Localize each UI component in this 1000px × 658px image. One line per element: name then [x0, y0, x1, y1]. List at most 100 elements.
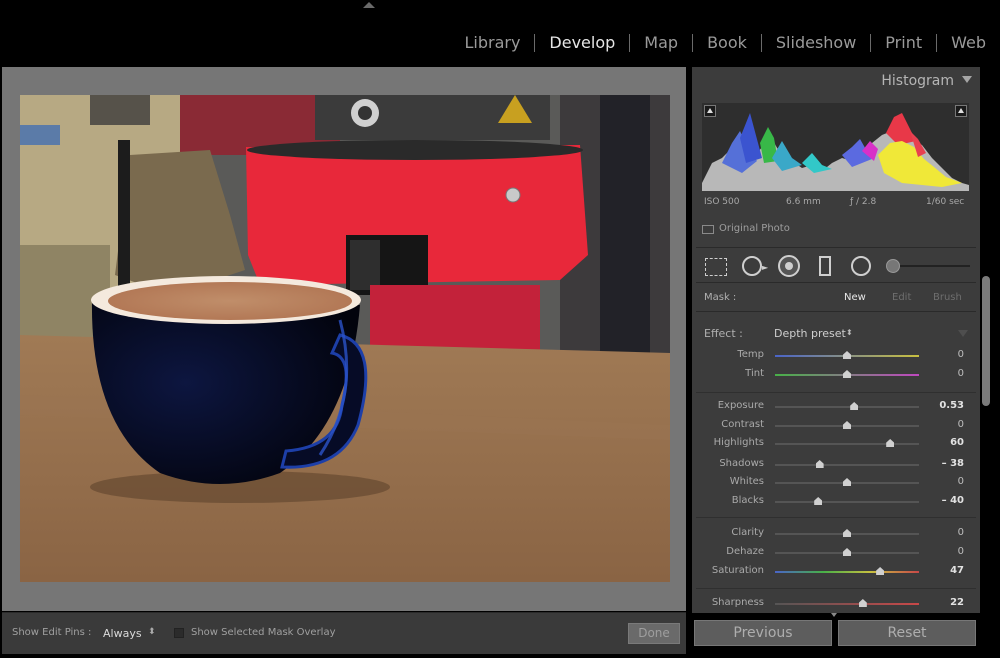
- slider-knob[interactable]: [843, 370, 851, 378]
- mask-overlay-label[interactable]: Show Selected Mask Overlay: [191, 627, 336, 638]
- histogram-graph: [702, 113, 969, 191]
- slider-knob[interactable]: [858, 599, 867, 607]
- brush-size-track[interactable]: [894, 265, 970, 267]
- slider-blacks[interactable]: Blacks – 40: [700, 495, 970, 509]
- mask-row: Mask : New Edit Brush: [704, 291, 970, 307]
- slider-knob[interactable]: [815, 460, 824, 468]
- slider-track[interactable]: [775, 603, 919, 605]
- slider-clarity[interactable]: Clarity 0: [700, 527, 970, 541]
- slider-dehaze[interactable]: Dehaze 0: [700, 546, 970, 560]
- section-divider: [696, 517, 976, 518]
- slider-sharpness[interactable]: Sharpness 22: [700, 597, 970, 611]
- updown-arrows-icon[interactable]: ⬍: [148, 627, 156, 637]
- slider-track[interactable]: [775, 464, 919, 466]
- original-photo-checkbox[interactable]: [702, 225, 714, 234]
- slider-temp[interactable]: Temp 0: [700, 349, 970, 363]
- slider-knob[interactable]: [843, 421, 851, 429]
- slider-label: Highlights: [713, 437, 764, 448]
- slider-knob[interactable]: [850, 402, 859, 410]
- slider-value[interactable]: 60: [924, 437, 964, 448]
- effect-label: Effect :: [704, 327, 743, 340]
- tool-strip: ►: [696, 247, 976, 283]
- scroll-down-icon[interactable]: [831, 613, 837, 617]
- slider-track[interactable]: [775, 406, 919, 408]
- triangle-down-icon[interactable]: [958, 330, 968, 337]
- original-photo-row[interactable]: Original Photo: [702, 221, 969, 239]
- slider-track[interactable]: [775, 571, 919, 573]
- spot-removal-icon[interactable]: [742, 256, 762, 276]
- crop-icon[interactable]: [705, 258, 727, 276]
- slider-knob[interactable]: [843, 548, 851, 556]
- image-canvas[interactable]: [2, 67, 686, 611]
- highlight-clipping-icon[interactable]: [955, 105, 967, 117]
- module-print[interactable]: Print: [871, 30, 936, 56]
- slider-knob[interactable]: [843, 478, 851, 486]
- right-panel-scrollbar[interactable]: [982, 276, 990, 406]
- spot-arrow-icon: ►: [762, 263, 769, 272]
- slider-knob[interactable]: [843, 529, 851, 537]
- module-book[interactable]: Book: [693, 30, 761, 56]
- reset-button[interactable]: Reset: [838, 620, 976, 646]
- panel-toggle-arrow-icon[interactable]: [363, 2, 375, 8]
- slider-value[interactable]: 0: [924, 546, 964, 557]
- slider-value[interactable]: 0: [924, 419, 964, 430]
- mask-overlay-checkbox[interactable]: [174, 628, 184, 638]
- slider-track[interactable]: [775, 443, 919, 445]
- graduated-filter-icon[interactable]: [819, 256, 831, 276]
- slider-highlights[interactable]: Highlights 60: [700, 437, 970, 451]
- effect-section: Effect : Depth preset ⬍ Temp 0 Tint 0 Ex…: [696, 311, 976, 613]
- slider-value[interactable]: 0: [924, 476, 964, 487]
- slider-exposure[interactable]: Exposure 0.53: [700, 400, 970, 414]
- module-map[interactable]: Map: [630, 30, 692, 56]
- bottom-toolbar: Show Edit Pins : Always ⬍ Show Selected …: [2, 612, 686, 654]
- slider-value[interactable]: 0: [924, 349, 964, 360]
- show-edit-pins-select[interactable]: Always: [103, 627, 142, 640]
- slider-track[interactable]: [775, 501, 919, 503]
- slider-value[interactable]: 0: [924, 368, 964, 379]
- mask-brush-button[interactable]: Brush: [933, 292, 962, 303]
- mask-edit-button[interactable]: Edit: [892, 292, 911, 303]
- slider-knob[interactable]: [814, 497, 823, 505]
- slider-tint[interactable]: Tint 0: [700, 368, 970, 382]
- slider-label: Dehaze: [726, 546, 764, 557]
- exif-info: ISO 500 6.6 mm ƒ / 2.8 1/60 sec: [702, 197, 969, 211]
- slider-contrast[interactable]: Contrast 0: [700, 419, 970, 433]
- section-divider: [696, 392, 976, 393]
- histogram-header[interactable]: Histogram: [692, 67, 980, 95]
- triangle-down-icon[interactable]: [962, 76, 972, 83]
- slider-value[interactable]: 0: [924, 527, 964, 538]
- module-slideshow[interactable]: Slideshow: [762, 30, 870, 56]
- aperture-value: ƒ / 2.8: [850, 197, 877, 207]
- module-library[interactable]: Library: [450, 30, 534, 56]
- section-divider: [696, 588, 976, 589]
- module-develop[interactable]: Develop: [535, 30, 629, 56]
- done-button[interactable]: Done: [628, 623, 680, 644]
- histogram[interactable]: [702, 103, 969, 191]
- radial-filter-icon[interactable]: [851, 256, 871, 276]
- slider-label: Saturation: [711, 565, 764, 576]
- slider-value[interactable]: 22: [924, 597, 964, 608]
- shadow-clipping-icon[interactable]: [704, 105, 716, 117]
- slider-knob[interactable]: [886, 439, 895, 447]
- red-eye-icon[interactable]: [778, 255, 800, 277]
- slider-value[interactable]: – 38: [924, 458, 964, 469]
- slider-whites[interactable]: Whites 0: [700, 476, 970, 490]
- photo-preview[interactable]: [20, 95, 670, 582]
- slider-shadows[interactable]: Shadows – 38: [700, 458, 970, 472]
- slider-knob[interactable]: [876, 567, 885, 575]
- module-web[interactable]: Web: [937, 30, 1000, 56]
- slider-label: Exposure: [717, 400, 764, 411]
- updown-arrows-icon[interactable]: ⬍: [846, 328, 853, 337]
- slider-label: Clarity: [731, 527, 764, 538]
- brush-size-knob[interactable]: [886, 259, 900, 273]
- previous-button[interactable]: Previous: [694, 620, 832, 646]
- slider-saturation[interactable]: Saturation 47: [700, 565, 970, 579]
- histogram-title: Histogram: [881, 73, 954, 89]
- slider-value[interactable]: 47: [924, 565, 964, 576]
- effect-preset-select[interactable]: Depth preset: [774, 327, 846, 340]
- slider-value[interactable]: – 40: [924, 495, 964, 506]
- slider-knob[interactable]: [843, 351, 851, 359]
- mask-new-button[interactable]: New: [844, 292, 866, 303]
- slider-value[interactable]: 0.53: [924, 400, 964, 411]
- module-picker: Library Develop Map Book Slideshow Print…: [450, 30, 1000, 56]
